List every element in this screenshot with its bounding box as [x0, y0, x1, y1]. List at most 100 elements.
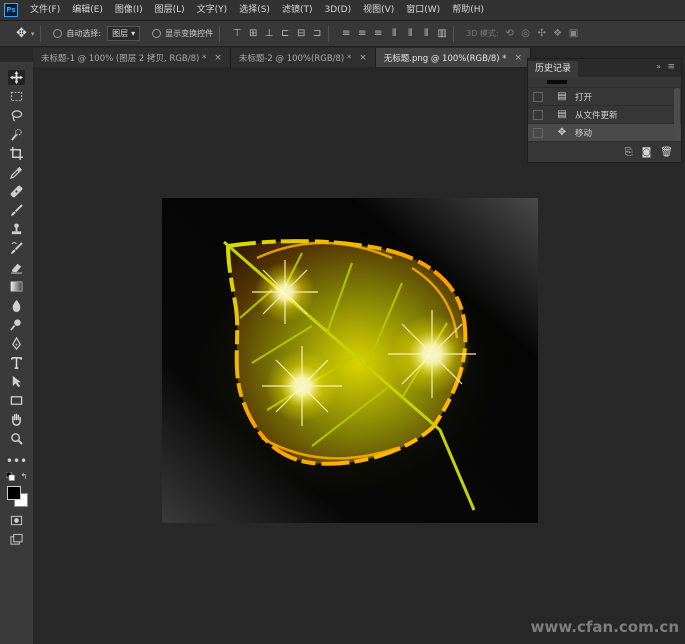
history-panel-tab[interactable]: 历史记录: [528, 61, 579, 77]
history-source-checkbox[interactable]: [533, 91, 543, 102]
crop-tool[interactable]: [8, 146, 25, 161]
move-icon: ✥: [557, 127, 567, 138]
close-icon[interactable]: ×: [515, 53, 523, 63]
clone-stamp-tool[interactable]: [8, 222, 25, 237]
close-icon[interactable]: ×: [214, 53, 222, 63]
history-source-checkbox[interactable]: [533, 127, 543, 138]
history-panel: 历史记录 » ≡ ▤ 打开 ▤ 从文件更新 ✥ 移动 ⎘ ◙ 🗑: [527, 58, 682, 163]
tool-preset-picker[interactable]: ✥ ▾: [16, 26, 34, 41]
options-bar: ✥ ▾ 自动选择: 图层 ▾ 显示变换控件 ⊤ ⊞ ⊥ ⊏ ⊟ ⊐ ≡ ≡ ≡ ⦀…: [0, 21, 685, 47]
snapshot-thumbnail: [547, 80, 567, 84]
collapse-icon[interactable]: »: [656, 62, 661, 71]
menu-image[interactable]: 图像(I): [109, 0, 149, 20]
3d-roll-icon[interactable]: ◎: [521, 28, 531, 39]
panel-menu-icon[interactable]: ≡: [667, 62, 675, 72]
align-vertical-center-icon[interactable]: ⊞: [248, 28, 258, 39]
ellipsis-icon: •••: [5, 453, 28, 468]
tab-untitled-png[interactable]: 无标题.png @ 100%(RGB/8) * ×: [375, 48, 532, 67]
close-icon[interactable]: ×: [359, 53, 367, 63]
menu-type[interactable]: 文字(Y): [191, 0, 234, 20]
3d-pan-icon[interactable]: ✣: [537, 28, 547, 39]
divider: [453, 25, 455, 42]
hand-tool[interactable]: [8, 412, 25, 427]
pen-tool[interactable]: [8, 336, 25, 351]
marquee-icon: [10, 91, 23, 102]
auto-align-icon[interactable]: ▥: [437, 28, 447, 39]
gradient-tool[interactable]: [8, 279, 25, 294]
quick-selection-tool[interactable]: [8, 127, 25, 142]
hand-icon: [12, 413, 21, 426]
3d-slide-icon[interactable]: ❖: [553, 28, 563, 39]
checkbox-icon: [152, 29, 162, 38]
menu-file[interactable]: 文件(F): [24, 0, 66, 20]
tab-label: 无标题.png @ 100%(RGB/8) *: [383, 53, 507, 64]
menu-help[interactable]: 帮助(H): [446, 0, 490, 20]
history-item-update-from-file[interactable]: ▤ 从文件更新: [528, 106, 681, 124]
auto-select-checkbox[interactable]: 自动选择:: [53, 28, 101, 39]
swap-colors[interactable]: ↰: [19, 471, 29, 481]
tab-untitled-2[interactable]: 未标题-2 @ 100%(RGB/8) * ×: [230, 48, 376, 67]
auto-select-dropdown[interactable]: 图层 ▾: [107, 26, 141, 41]
foreground-color-swatch[interactable]: [7, 486, 21, 500]
3d-scale-icon[interactable]: ▣: [569, 28, 579, 39]
align-bottom-icon[interactable]: ⊥: [264, 28, 274, 39]
dodge-tool[interactable]: [8, 317, 25, 332]
align-horizontal-center-icon[interactable]: ⊟: [296, 28, 306, 39]
more-tools[interactable]: •••: [5, 453, 28, 468]
distribute-bottom-icon[interactable]: ≡: [373, 28, 383, 39]
menu-3d[interactable]: 3D(D): [318, 0, 357, 20]
zoom-tool[interactable]: [8, 431, 25, 446]
move-icon: [10, 71, 23, 84]
history-item-move[interactable]: ✥ 移动: [528, 124, 681, 142]
type-tool[interactable]: [8, 355, 25, 370]
menu-edit[interactable]: 编辑(E): [66, 0, 109, 20]
distribute-left-icon[interactable]: ⦀: [389, 28, 399, 39]
watermark: www.cfan.com.cn: [530, 618, 679, 636]
menu-layer[interactable]: 图层(L): [149, 0, 191, 20]
marquee-tool[interactable]: [8, 89, 25, 104]
eraser-tool[interactable]: [8, 260, 25, 275]
menu-select[interactable]: 选择(S): [233, 0, 276, 20]
lasso-tool[interactable]: [8, 108, 25, 123]
history-snapshot[interactable]: [528, 77, 681, 88]
align-left-icon[interactable]: ⊏: [280, 28, 290, 39]
menu-filter[interactable]: 滤镜(T): [276, 0, 319, 20]
history-item-label: 从文件更新: [575, 110, 618, 121]
rectangle-tool[interactable]: [8, 393, 25, 408]
tab-label: 未标题-1 @ 100% (图层 2 拷贝, RGB/8) *: [41, 53, 207, 64]
document-canvas[interactable]: [162, 198, 538, 523]
brush-tool[interactable]: [8, 203, 25, 218]
quick-mask-button[interactable]: [8, 513, 25, 528]
divider: [328, 25, 330, 42]
history-scrollbar[interactable]: [674, 88, 680, 140]
history-item-open[interactable]: ▤ 打开: [528, 88, 681, 106]
new-document-from-state-icon[interactable]: ⎘: [625, 147, 633, 158]
move-tool[interactable]: [8, 70, 25, 85]
screen-mode-button[interactable]: [8, 532, 25, 547]
swap-arrow-icon: ↰: [20, 471, 28, 481]
healing-brush-tool[interactable]: [8, 184, 25, 199]
align-top-icon[interactable]: ⊤: [232, 28, 242, 39]
align-right-icon[interactable]: ⊐: [312, 28, 322, 39]
history-brush-tool[interactable]: [8, 241, 25, 256]
history-source-checkbox[interactable]: [533, 109, 543, 120]
drop-icon: [12, 299, 21, 312]
trash-icon[interactable]: 🗑: [660, 147, 673, 158]
tab-untitled-1[interactable]: 未标题-1 @ 100% (图层 2 拷贝, RGB/8) * ×: [33, 48, 231, 67]
stamp-icon: [11, 223, 22, 235]
distribute-vcenter-icon[interactable]: ≡: [357, 28, 367, 39]
blur-tool[interactable]: [8, 298, 25, 313]
rectangle-icon: [10, 396, 23, 405]
distribute-right-icon[interactable]: ⦀: [421, 28, 431, 39]
default-colors[interactable]: [5, 471, 15, 481]
3d-rotate-icon[interactable]: ⟲: [505, 28, 515, 39]
eyedropper-tool[interactable]: [8, 165, 25, 180]
menu-window[interactable]: 窗口(W): [400, 0, 446, 20]
show-transform-checkbox[interactable]: 显示变换控件: [152, 28, 213, 39]
auto-select-label: 自动选择:: [66, 29, 102, 38]
menu-view[interactable]: 视图(V): [357, 0, 400, 20]
camera-icon[interactable]: ◙: [642, 147, 652, 158]
distribute-top-icon[interactable]: ≡: [341, 28, 351, 39]
distribute-hcenter-icon[interactable]: ⦀: [405, 28, 415, 39]
path-selection-tool[interactable]: [8, 374, 25, 389]
